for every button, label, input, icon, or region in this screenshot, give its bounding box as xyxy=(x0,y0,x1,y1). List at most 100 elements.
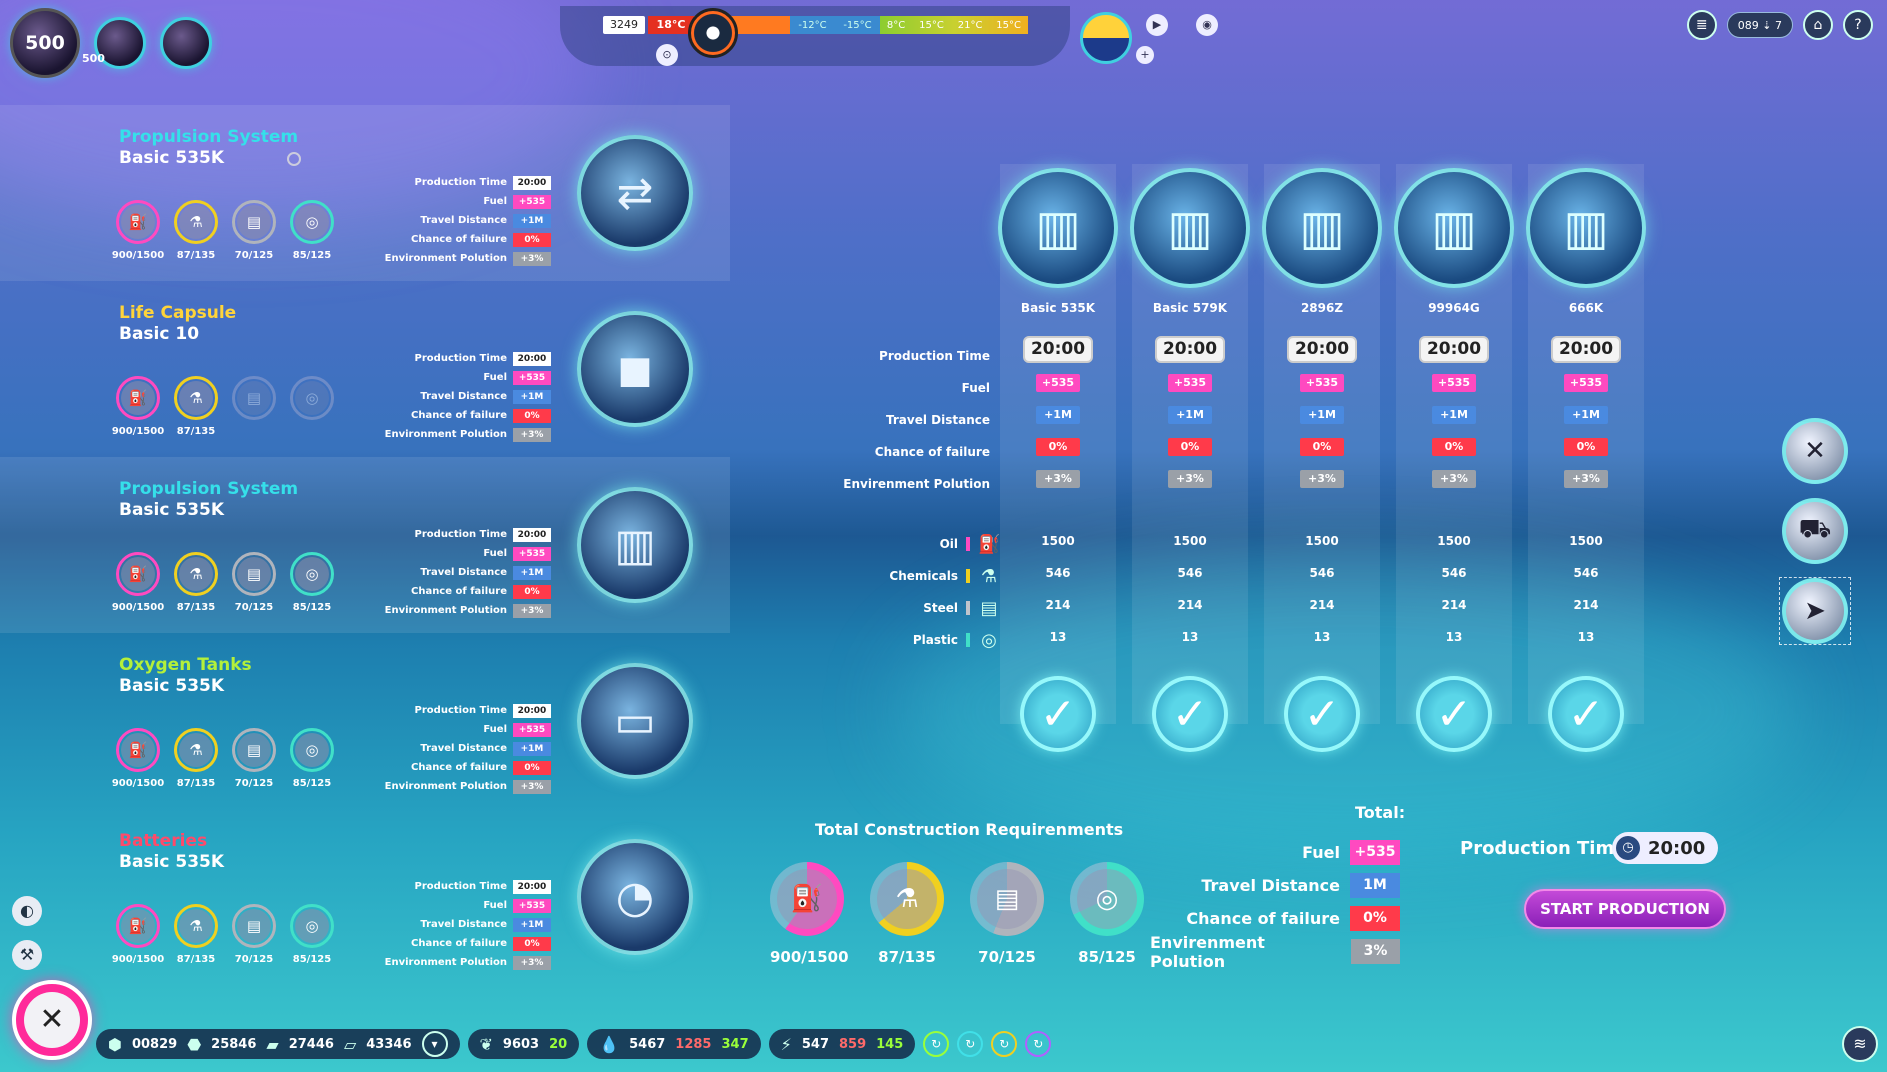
steel-ring: ▤ xyxy=(232,728,276,772)
wrench-icon[interactable]: ⚒ xyxy=(12,940,42,970)
list-icon[interactable]: ≣ xyxy=(1686,10,1717,40)
steel-icon: ▤ xyxy=(977,869,1037,929)
steel-ring: ▤ xyxy=(232,552,276,596)
plastic-ring: ◎ xyxy=(290,376,334,420)
select-check-button[interactable]: ✓ xyxy=(1152,676,1228,752)
option-time: 20:00 xyxy=(1551,336,1621,363)
option-plastic: 13 xyxy=(1313,630,1331,644)
water-icon: 💧 xyxy=(599,1034,620,1054)
vehicle-icon[interactable]: ⛟ xyxy=(1782,498,1848,564)
select-check-button[interactable]: ✓ xyxy=(1284,676,1360,752)
option-failure: 0% xyxy=(1564,438,1608,456)
close-button[interactable]: ✕ xyxy=(12,980,92,1060)
plastic-ring: ◎ xyxy=(290,552,334,596)
select-check-button[interactable]: ✓ xyxy=(1020,676,1096,752)
tools-icon[interactable]: ✕ xyxy=(1782,418,1848,484)
play-icon[interactable]: ▶ xyxy=(1146,14,1168,36)
resource-item: ⛽ 900/1500 xyxy=(112,200,164,261)
production-time-value: 20:00 xyxy=(1648,837,1706,859)
day-night-icon[interactable] xyxy=(1080,12,1132,64)
water-production: 347 xyxy=(721,1036,749,1052)
warm-temp-3: 21°C xyxy=(957,19,983,31)
resource-item: ⛽ 900/1500 xyxy=(112,376,164,437)
planet-orb-2[interactable] xyxy=(160,17,212,69)
help-button[interactable]: ? xyxy=(1843,10,1873,40)
option-steel: 214 xyxy=(1177,598,1203,612)
resource-item: ⚗ 87/135 xyxy=(173,200,219,261)
option-oil: 1500 xyxy=(1173,534,1207,548)
capsule-icon[interactable]: ◼ xyxy=(577,311,693,427)
refresh-cyan-icon[interactable]: ↻ xyxy=(957,1031,984,1057)
rock-count: 25846 xyxy=(211,1036,257,1052)
fuel-tank-icon[interactable]: ▥ xyxy=(1130,168,1250,288)
option-cell: 13 xyxy=(1000,630,1116,644)
option-distance: +1M xyxy=(1432,406,1476,424)
resource-item: ⚗ 87/135 xyxy=(173,376,219,437)
resource-item: ▤ 70/125 xyxy=(231,552,277,613)
component-card[interactable]: Propulsion System Basic 535K ⛽ 900/1500 ⚗ 87/… xyxy=(0,457,730,633)
option-cell: 13 xyxy=(1396,630,1512,644)
player-level-orb[interactable]: 500 xyxy=(10,8,80,78)
component-stats: Production Time 20:00 Fuel +535 Travel Dista… xyxy=(331,525,551,620)
population-pill[interactable]: 089 ⇣ 7 xyxy=(1726,12,1793,38)
plus-icon[interactable]: + xyxy=(1136,46,1154,64)
refresh-yellow-icon[interactable]: ↻ xyxy=(991,1031,1018,1057)
select-check-button[interactable]: ✓ xyxy=(1548,676,1624,752)
component-card[interactable]: Propulsion System Basic 535K ⛽ 900/1500 ⚗ 87/… xyxy=(0,105,730,281)
weather-count: 3249 xyxy=(603,16,645,34)
screenshot-icon[interactable]: ◉ xyxy=(1196,14,1218,36)
oxygen-tank-icon[interactable]: ▭ xyxy=(577,663,693,779)
option-column[interactable]: ▥ Basic 579K 20:00 +535 +1M 0% +3% 1500 546 214 13… xyxy=(1130,164,1250,752)
fuel-tank-icon[interactable]: ▥ xyxy=(1526,168,1646,288)
camera-icon[interactable]: ⊙ xyxy=(656,44,678,66)
fuel-tank-icon[interactable]: ▥ xyxy=(1262,168,1382,288)
option-fuel: +535 xyxy=(1432,374,1476,392)
steel-icon: ▤ xyxy=(237,205,271,239)
fuel-tank-icon[interactable]: ▥ xyxy=(998,168,1118,288)
steel-value: 70/125 xyxy=(234,250,274,261)
chemicals-icon: ⚗ xyxy=(877,869,937,929)
option-column[interactable]: ▥ Basic 535K 20:00 +535 +1M 0% +3% 1500 546 214 13… xyxy=(998,164,1118,752)
fuel-tank-icon[interactable]: ▥ xyxy=(1394,168,1514,288)
refresh-purple-icon[interactable]: ↻ xyxy=(1025,1031,1052,1057)
option-cell: 20:00 xyxy=(1132,336,1248,363)
stat-value: 20:00 xyxy=(513,879,551,894)
expand-icon[interactable]: ▾ xyxy=(421,1031,448,1057)
stat-row: Fuel +535 xyxy=(331,544,551,563)
stat-row: Chance of failure 0% xyxy=(331,582,551,601)
fuel-tank-icon[interactable]: ▥ xyxy=(577,487,693,603)
steel-value: 70/125 xyxy=(234,954,274,965)
option-cell: 214 xyxy=(1264,598,1380,612)
option-oil: 1500 xyxy=(1569,534,1603,548)
stat-label: Travel Distance xyxy=(420,743,507,754)
option-cell: +1M xyxy=(1132,406,1248,424)
stat-row: Environment Polution +3% xyxy=(331,777,551,796)
option-column[interactable]: ▥ 666K 20:00 +535 +1M 0% +3% 1500 546 214 13 ✓ xyxy=(1526,164,1646,752)
stat-label: Environment Polution xyxy=(384,429,507,440)
option-cell: 214 xyxy=(1000,598,1116,612)
gamepad-icon[interactable]: ◐ xyxy=(12,896,42,926)
oil-ring: ⛽ xyxy=(116,728,160,772)
summary-label: Chance of failure xyxy=(1186,909,1340,928)
option-failure: 0% xyxy=(1036,438,1080,456)
layers-icon[interactable]: ≋ xyxy=(1842,1026,1878,1062)
rocket-icon[interactable]: ➤ xyxy=(1782,578,1848,644)
start-production-button[interactable]: START PRODUCTION xyxy=(1524,889,1726,929)
stone-icon: ⬢ xyxy=(108,1034,122,1054)
steel-icon: ▤ xyxy=(237,381,271,415)
select-check-button[interactable]: ✓ xyxy=(1416,676,1492,752)
option-time: 20:00 xyxy=(1155,336,1225,363)
material-label-row: Oil ⛽ xyxy=(850,528,1001,560)
info-icon[interactable] xyxy=(287,152,301,166)
refresh-green-icon[interactable]: ↻ xyxy=(923,1031,950,1057)
temperature-dial-icon[interactable] xyxy=(688,8,738,58)
component-card[interactable]: Batteries Basic 535K ⛽ 900/1500 ⚗ 87/135 ▤ 70/1… xyxy=(95,809,725,985)
component-card[interactable]: Oxygen Tanks Basic 535K ⛽ 900/1500 ⚗ 87/135 ▤ 7… xyxy=(95,633,725,809)
component-card[interactable]: Life Capsule Basic 10 ⛽ 900/1500 ⚗ 87/135 ▤ ◎ Pr… xyxy=(95,281,725,457)
battery-icon[interactable]: ◔ xyxy=(577,839,693,955)
engine-icon[interactable]: ⇄ xyxy=(577,135,693,251)
option-column[interactable]: ▥ 99964G 20:00 +535 +1M 0% +3% 1500 546 214 13 ✓ xyxy=(1394,164,1514,752)
stat-value: 0% xyxy=(513,232,551,247)
home-icon[interactable]: ⌂ xyxy=(1803,10,1833,40)
option-column[interactable]: ▥ 2896Z 20:00 +535 +1M 0% +3% 1500 546 214 13 ✓ xyxy=(1262,164,1382,752)
